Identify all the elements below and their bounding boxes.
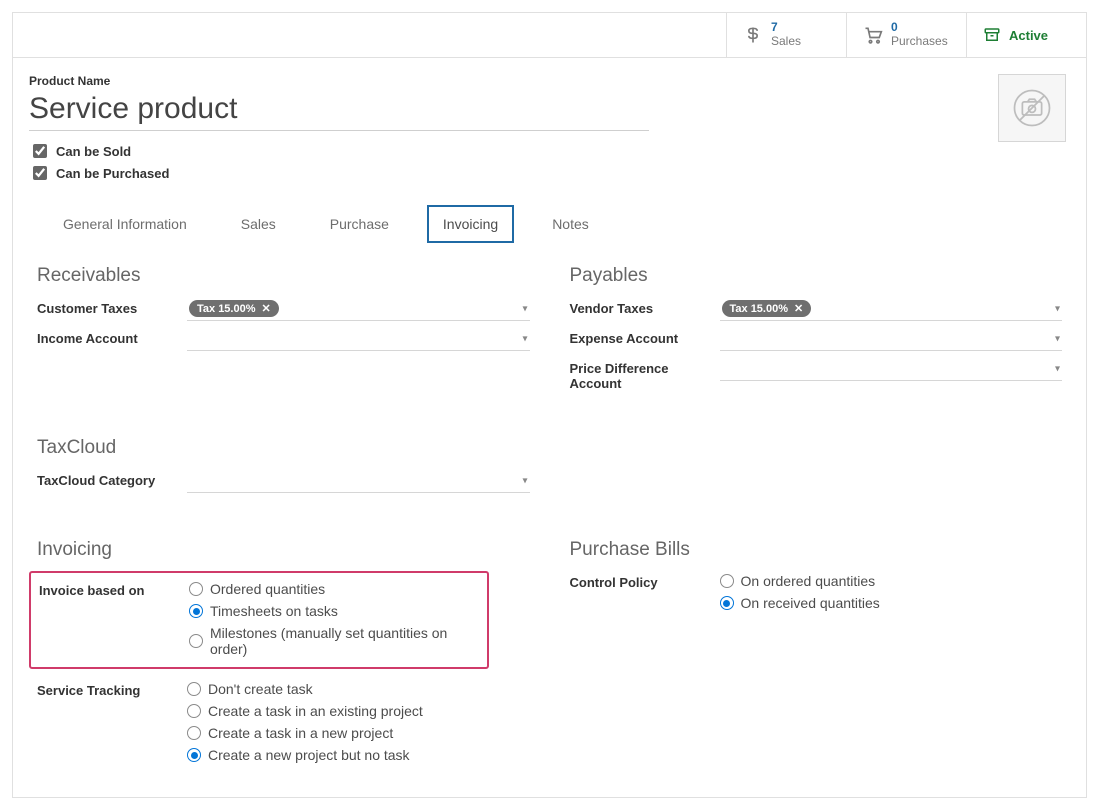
radio-icon: [189, 634, 203, 648]
chevron-down-icon: ▾: [522, 333, 527, 344]
price-diff-account-field[interactable]: ▾: [720, 357, 1063, 381]
camera-off-icon: [1011, 87, 1053, 129]
remove-tag-icon[interactable]: ✕: [262, 302, 271, 315]
invoice-based-on-radios: Ordered quantities Timesheets on tasks M…: [189, 579, 479, 657]
control-option-received[interactable]: On received quantities: [720, 595, 1063, 611]
tab-general-information[interactable]: General Information: [47, 205, 203, 243]
tracking-option-project-only[interactable]: Create a new project but no task: [187, 747, 530, 763]
vendor-taxes-label: Vendor Taxes: [570, 297, 720, 316]
radio-icon: [189, 582, 203, 596]
stat-purchases-button[interactable]: 0 Purchases: [846, 13, 966, 57]
form-sheet: 7 Sales 0 Purchases Active Product Name: [12, 12, 1087, 798]
chevron-down-icon: ▾: [1055, 303, 1060, 314]
customer-taxes-tag[interactable]: Tax 15.00% ✕: [189, 300, 279, 317]
stat-purchases-value: 0: [891, 21, 948, 35]
radio-icon: [187, 726, 201, 740]
can-be-sold-checkbox[interactable]: [33, 144, 47, 158]
cart-icon: [863, 25, 883, 45]
product-name-label: Product Name: [29, 74, 669, 88]
income-account-field[interactable]: ▾: [187, 327, 530, 351]
expense-account-label: Expense Account: [570, 327, 720, 346]
radio-icon: [187, 704, 201, 718]
control-option-ordered[interactable]: On ordered quantities: [720, 573, 1063, 589]
chevron-down-icon: ▾: [522, 475, 527, 486]
can-be-purchased-checkbox[interactable]: [33, 166, 47, 180]
product-name-input[interactable]: [29, 92, 649, 131]
archive-icon: [983, 26, 1001, 44]
invoice-option-timesheets[interactable]: Timesheets on tasks: [189, 603, 479, 619]
tab-invoicing[interactable]: Invoicing: [427, 205, 514, 243]
control-policy-radios: On ordered quantities On received quanti…: [720, 571, 1063, 611]
customer-taxes-field[interactable]: Tax 15.00% ✕ ▾: [187, 297, 530, 321]
vendor-taxes-tag[interactable]: Tax 15.00% ✕: [722, 300, 812, 317]
radio-icon: [187, 748, 201, 762]
stat-sales-button[interactable]: 7 Sales: [726, 13, 846, 57]
stat-active-label: Active: [1009, 28, 1048, 43]
purchase-bills-heading: Purchase Bills: [570, 539, 1063, 561]
radio-icon: [720, 574, 734, 588]
radio-icon: [720, 596, 734, 610]
chevron-down-icon: ▾: [1055, 363, 1060, 374]
invoice-option-milestones[interactable]: Milestones (manually set quantities on o…: [189, 625, 479, 657]
receivables-heading: Receivables: [37, 265, 530, 287]
tab-purchase[interactable]: Purchase: [314, 205, 405, 243]
price-diff-account-label: Price Difference Account: [570, 357, 720, 391]
tab-sales[interactable]: Sales: [225, 205, 292, 243]
vendor-taxes-field[interactable]: Tax 15.00% ✕ ▾: [720, 297, 1063, 321]
chevron-down-icon: ▾: [1055, 333, 1060, 344]
control-policy-label: Control Policy: [570, 571, 720, 590]
stat-purchases-label: Purchases: [891, 35, 948, 49]
tracking-option-existing-project[interactable]: Create a task in an existing project: [187, 703, 530, 719]
service-tracking-label: Service Tracking: [37, 679, 187, 698]
stat-bar: 7 Sales 0 Purchases Active: [13, 13, 1086, 58]
stat-sales-label: Sales: [771, 35, 801, 49]
taxcloud-heading: TaxCloud: [37, 437, 530, 459]
stat-sales-value: 7: [771, 21, 801, 35]
can-be-sold-label: Can be Sold: [56, 144, 131, 159]
tabs: General Information Sales Purchase Invoi…: [29, 205, 1070, 243]
can-be-purchased-label: Can be Purchased: [56, 166, 169, 181]
dollar-icon: [743, 25, 763, 45]
radio-icon: [187, 682, 201, 696]
tracking-option-none[interactable]: Don't create task: [187, 681, 530, 697]
invoicing-heading: Invoicing: [37, 539, 530, 561]
taxcloud-category-field[interactable]: ▾: [187, 469, 530, 493]
income-account-label: Income Account: [37, 327, 187, 346]
radio-icon: [189, 604, 203, 618]
invoice-based-on-highlight: Invoice based on Ordered quantities: [29, 571, 489, 669]
taxcloud-category-label: TaxCloud Category: [37, 469, 187, 488]
invoicing-pane: Receivables Customer Taxes Tax 15.00% ✕ …: [29, 243, 1070, 769]
customer-taxes-label: Customer Taxes: [37, 297, 187, 316]
product-image-placeholder[interactable]: [998, 74, 1066, 142]
stat-active-toggle[interactable]: Active: [966, 13, 1086, 57]
tab-notes[interactable]: Notes: [536, 205, 605, 243]
expense-account-field[interactable]: ▾: [720, 327, 1063, 351]
can-be-purchased-row[interactable]: Can be Purchased: [29, 163, 669, 183]
invoice-option-ordered[interactable]: Ordered quantities: [189, 581, 479, 597]
can-be-sold-row[interactable]: Can be Sold: [29, 141, 669, 161]
remove-tag-icon[interactable]: ✕: [794, 302, 803, 315]
tracking-option-new-project[interactable]: Create a task in a new project: [187, 725, 530, 741]
service-tracking-radios: Don't create task Create a task in an ex…: [187, 679, 530, 763]
payables-heading: Payables: [570, 265, 1063, 287]
chevron-down-icon: ▾: [522, 303, 527, 314]
invoice-based-on-label: Invoice based on: [39, 579, 189, 598]
